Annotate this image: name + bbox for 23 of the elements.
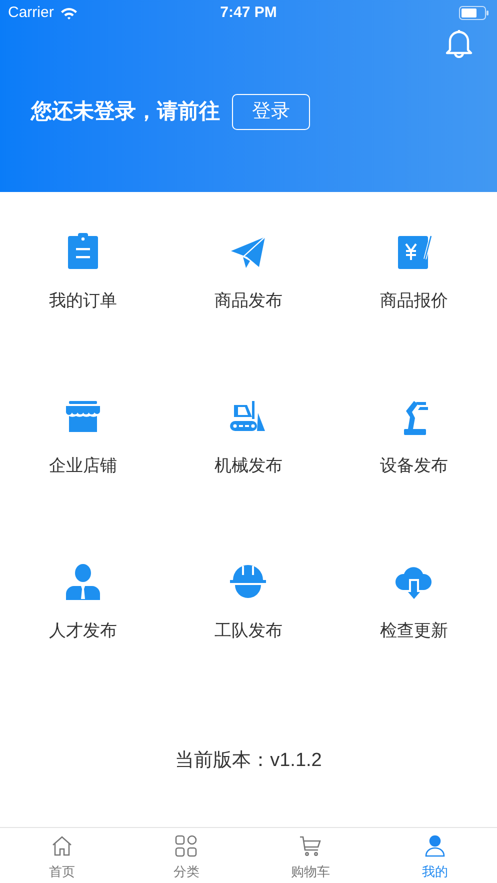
menu-item-label[interactable]: 商品发布: [214, 288, 282, 314]
tab-bar-item[interactable]: 首页: [0, 828, 124, 883]
tab-bar-item[interactable]: 我的: [372, 828, 497, 883]
menu-item-label[interactable]: 商品报价: [380, 288, 448, 314]
menu-item-label[interactable]: 企业店铺: [48, 453, 117, 478]
menu-item-label[interactable]: 工队发布: [214, 618, 282, 644]
clock-label: 7:47 PM: [220, 2, 277, 23]
menu-item-label[interactable]: 我的订单: [48, 288, 117, 314]
carrier-label: Carrier: [8, 2, 54, 23]
tab-bar-item[interactable]: 购物车: [248, 828, 373, 883]
wifi-icon: [60, 6, 78, 20]
shopping-cart-icon: [298, 834, 323, 858]
login-prompt: 您还未登录，请前往: [31, 99, 220, 126]
version-label: 当前版本：v1.1.2: [175, 749, 322, 773]
menu-item-label[interactable]: 人才发布: [48, 618, 117, 644]
battery-icon: [459, 6, 489, 20]
notification-bell-icon[interactable]: [445, 28, 473, 58]
menu-item-label[interactable]: 检查更新: [380, 618, 448, 644]
tab-bar-item[interactable]: 分类: [124, 828, 248, 883]
menu-item-label[interactable]: 设备发布: [380, 453, 448, 478]
user-icon: [422, 834, 447, 858]
grid-icon: [174, 834, 198, 858]
menu-item-label[interactable]: 机械发布: [214, 453, 282, 478]
